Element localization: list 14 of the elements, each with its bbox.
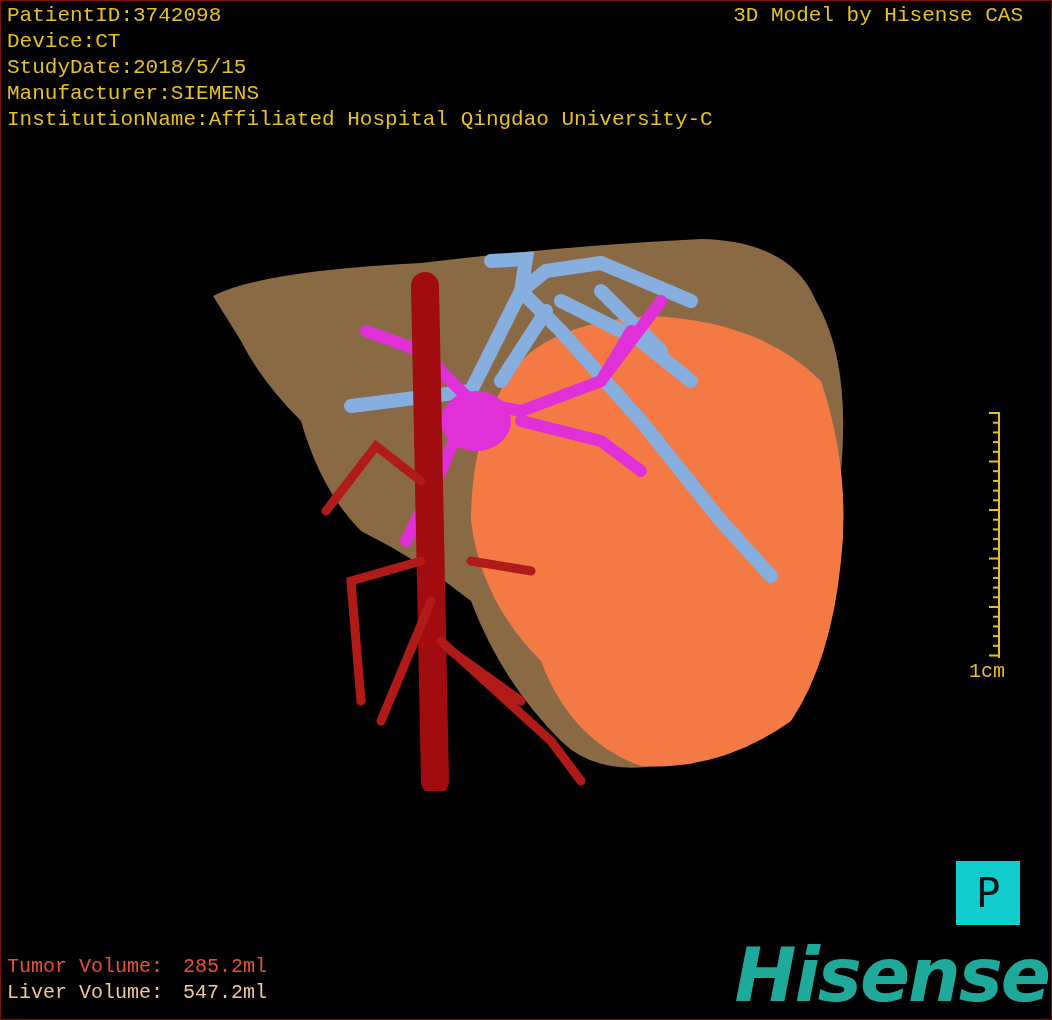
patient-info-text: PatientID:3742098 <box>7 3 223 29</box>
brand-logo: Hisense <box>734 935 1049 1015</box>
viewer-title: 3D Model by Hisense CAS <box>733 3 1023 29</box>
patient-info-text: StudyDate:2018/5/15 <box>7 55 248 81</box>
orientation-marker: P <box>956 861 1020 925</box>
patient-info-text: Device:CT <box>7 29 122 55</box>
volume-value: 547.2ml <box>183 980 268 1006</box>
scale-label: 1cm <box>969 660 1005 684</box>
volume-label: Liver Volume: <box>7 980 164 1006</box>
patient-info-text: Manufacturer:SIEMENS <box>7 81 261 107</box>
scale-ruler-icon <box>988 412 1000 658</box>
volume-label: Tumor Volume: <box>7 954 164 980</box>
patient-info-text: InstitutionName:Affiliated Hospital Qingdao University-C <box>7 107 713 133</box>
volume-value: 285.2ml <box>183 954 268 980</box>
